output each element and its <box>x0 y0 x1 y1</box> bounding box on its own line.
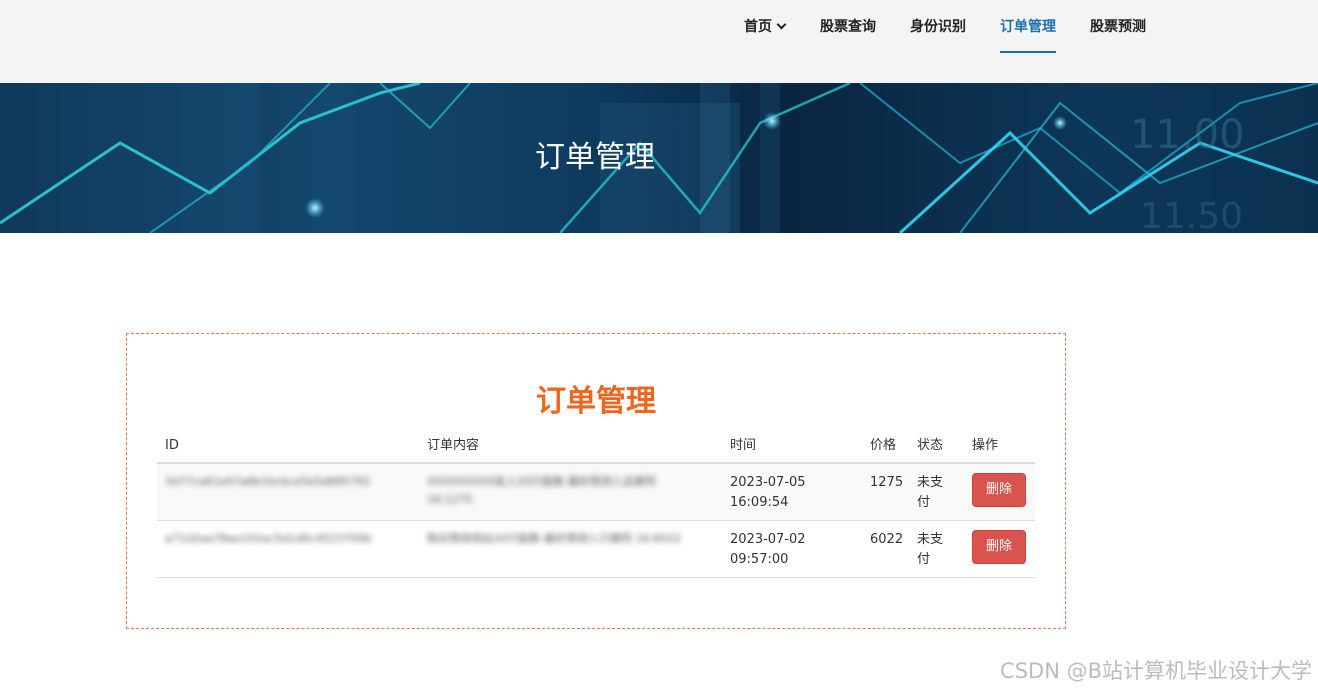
table-row: a71d2aa78ae101ec5d1d0c4523700b 购买预测测出20只… <box>157 521 1035 578</box>
order-clock: 09:57:00 <box>730 552 789 567</box>
banner-title: 订单管理 <box>535 140 655 175</box>
column-header-action: 操作 <box>972 438 999 453</box>
nav-item-stock-forecast[interactable]: 股票预测 <box>1090 17 1146 53</box>
nav-item-orders-label: 订单管理 <box>1000 19 1056 35</box>
nav-item-stock-query[interactable]: 股票查询 <box>820 17 876 53</box>
column-header-time: 时间 <box>730 438 757 453</box>
nav-item-home[interactable]: 首页 <box>744 17 787 53</box>
order-status: 未支 付 <box>917 473 943 513</box>
column-header-id: ID <box>165 438 179 453</box>
order-price: 6022 <box>870 532 904 547</box>
nav-item-orders[interactable]: 订单管理 <box>1000 17 1056 53</box>
order-status-line1: 未支 <box>917 532 944 547</box>
order-clock: 16:09:54 <box>730 495 789 510</box>
orders-panel: 订单管理 ID 订单内容 时间 价格 状态 操作 3d77ca61e07a6b1… <box>126 333 1066 629</box>
column-header-price: 价格 <box>870 438 897 453</box>
panel-title: 订单管理 <box>536 384 656 419</box>
order-date: 2023-07-02 <box>730 532 806 547</box>
table-header: ID 订单内容 时间 价格 状态 操作 <box>157 432 1035 464</box>
column-header-status: 状态 <box>917 438 944 453</box>
nav-item-home-label: 首页 <box>744 19 772 35</box>
order-id: a71d2aa78ae101ec5d1d0c4523700b <box>165 532 372 545</box>
order-time: 2023-07-02 09:57:00 <box>730 530 806 570</box>
order-price: 1275 <box>870 475 904 490</box>
order-status-line2: 付 <box>917 552 931 567</box>
watermark: CSDN @B站计算机毕业设计大学 <box>1000 659 1312 683</box>
nav-item-identity[interactable]: 身份识别 <box>910 17 966 53</box>
order-date: 2023-07-05 <box>730 475 806 490</box>
chevron-down-icon <box>776 19 787 30</box>
nav-item-identity-label: 身份识别 <box>910 19 966 35</box>
hero-banner: 11.00 11.50 订单管理 <box>0 83 1318 233</box>
order-content: XXXXXXXXX批入20只股数-最好预测入总摩同 16:1275 <box>427 475 656 506</box>
svg-text:11.50: 11.50 <box>1140 196 1243 233</box>
order-id: 3d77ca61e07a6b1bcbce5e5d685791 <box>165 475 371 488</box>
order-status-line2: 付 <box>917 495 931 510</box>
order-content: 购买预测测出20只股数-最好预测入只摩同 16:6022 <box>427 532 682 545</box>
order-time: 2023-07-05 16:09:54 <box>730 473 806 513</box>
order-status-line1: 未支 <box>917 475 944 490</box>
column-header-content: 订单内容 <box>427 438 480 453</box>
main-nav: 首页 股票查询 身份识别 订单管理 股票预测 <box>0 0 1318 83</box>
table-row: 3d77ca61e07a6b1bcbce5e5d685791 XXXXXXXXX… <box>157 464 1035 521</box>
order-status: 未支 付 <box>917 530 943 570</box>
nav-item-stock-query-label: 股票查询 <box>820 19 876 35</box>
nav-item-stock-forecast-label: 股票预测 <box>1090 19 1146 35</box>
delete-button[interactable]: 删除 <box>972 530 1026 564</box>
top-nav-bar: 首页 股票查询 身份识别 订单管理 股票预测 <box>0 0 1318 83</box>
orders-table: ID 订单内容 时间 价格 状态 操作 3d77ca61e07a6b1bcbce… <box>157 432 1035 578</box>
delete-button[interactable]: 删除 <box>972 473 1026 507</box>
